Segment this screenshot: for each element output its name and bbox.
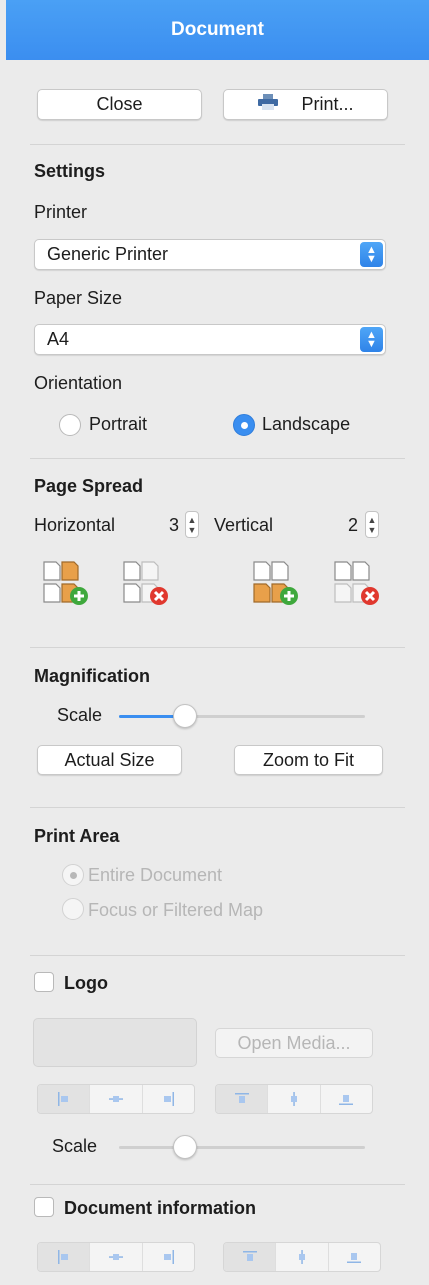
printer-select-value: Generic Printer [47,244,169,264]
paper-size-select[interactable]: A4 ▲ ▼ [34,324,386,355]
horizontal-label: Horizontal [34,515,116,535]
document-panel: Close Print... Settings Printer Generic … [6,60,429,1285]
stepper-up-icon[interactable]: ▲ [368,515,377,525]
open-media-button[interactable]: Open Media... [215,1028,373,1058]
close-button[interactable]: Close [37,89,202,120]
stepper-up-icon[interactable]: ▲ [188,515,197,525]
vertical-stepper[interactable]: ▲ ▼ [365,511,379,538]
remove-row-icon[interactable] [333,558,383,608]
print-area-heading: Print Area [34,826,120,846]
panel-title: Document [171,19,264,40]
paper-size-select-value: A4 [47,329,70,349]
select-arrows-icon: ▲ ▼ [360,327,383,352]
align-center-horizontal-icon[interactable] [90,1085,143,1113]
print-button-label: Print... [301,94,354,114]
zoom-to-fit-label: Zoom to Fit [262,749,355,770]
doc-info-horizontal-align[interactable] [37,1242,195,1272]
landscape-radio[interactable] [233,414,255,436]
panel-title-bar: Document [6,0,429,60]
align-top-icon[interactable] [224,1243,277,1271]
magnification-heading: Magnification [34,666,150,686]
printer-select[interactable]: Generic Printer ▲ ▼ [34,239,386,270]
printer-label: Printer [34,202,88,222]
logo-horizontal-align[interactable] [37,1084,195,1114]
divider [30,647,405,648]
align-center-horizontal-icon[interactable] [90,1243,143,1271]
align-center-vertical-icon[interactable] [268,1085,321,1113]
divider [30,807,405,808]
align-bottom-icon[interactable] [329,1243,380,1271]
select-arrows-icon: ▲ ▼ [360,242,383,267]
paper-size-label: Paper Size [34,288,123,308]
focus-filtered-label: Focus or Filtered Map [88,900,264,920]
align-bottom-icon[interactable] [321,1085,372,1113]
divider [30,955,405,956]
entire-document-radio[interactable] [62,864,84,886]
vertical-label: Vertical [214,515,274,535]
magnification-scale-label: Scale [57,705,103,725]
add-row-icon[interactable] [252,558,302,608]
logo-label: Logo [64,973,108,993]
actual-size-label: Actual Size [64,749,155,770]
entire-document-label: Entire Document [88,865,223,885]
align-top-icon[interactable] [216,1085,269,1113]
settings-heading: Settings [34,161,106,181]
doc-info-vertical-align[interactable] [223,1242,381,1272]
document-information-label: Document information [64,1198,256,1218]
divider [30,458,405,459]
logo-scale-label: Scale [52,1136,98,1156]
slider-track [119,1146,365,1149]
focus-filtered-radio[interactable] [62,898,84,920]
document-information-checkbox[interactable] [34,1197,54,1217]
divider [30,144,405,145]
horizontal-value[interactable]: 3 [169,515,179,536]
slider-knob[interactable] [173,704,198,728]
logo-vertical-align[interactable] [215,1084,373,1114]
add-column-icon[interactable] [42,558,92,608]
orientation-label: Orientation [34,373,123,393]
portrait-radio[interactable] [59,414,81,436]
stepper-down-icon[interactable]: ▼ [188,525,197,535]
horizontal-stepper[interactable]: ▲ ▼ [185,511,199,538]
align-left-icon[interactable] [38,1243,91,1271]
divider [30,1184,405,1185]
align-center-vertical-icon[interactable] [276,1243,329,1271]
stepper-down-icon[interactable]: ▼ [368,525,377,535]
slider-knob[interactable] [173,1135,198,1159]
open-media-label: Open Media... [237,1032,351,1053]
align-right-icon[interactable] [143,1085,194,1113]
zoom-to-fit-button[interactable]: Zoom to Fit [234,745,383,775]
vertical-value[interactable]: 2 [348,515,358,536]
close-button-label: Close [96,94,143,114]
print-button[interactable]: Print... [223,89,388,120]
actual-size-button[interactable]: Actual Size [37,745,182,775]
remove-column-icon[interactable] [122,558,172,608]
printer-icon [257,94,279,115]
logo-image-well[interactable] [33,1018,197,1067]
portrait-label: Portrait [89,414,148,434]
logo-checkbox[interactable] [34,972,54,992]
landscape-label: Landscape [262,414,351,434]
align-right-icon[interactable] [143,1243,194,1271]
page-spread-heading: Page Spread [34,476,144,496]
align-left-icon[interactable] [38,1085,91,1113]
